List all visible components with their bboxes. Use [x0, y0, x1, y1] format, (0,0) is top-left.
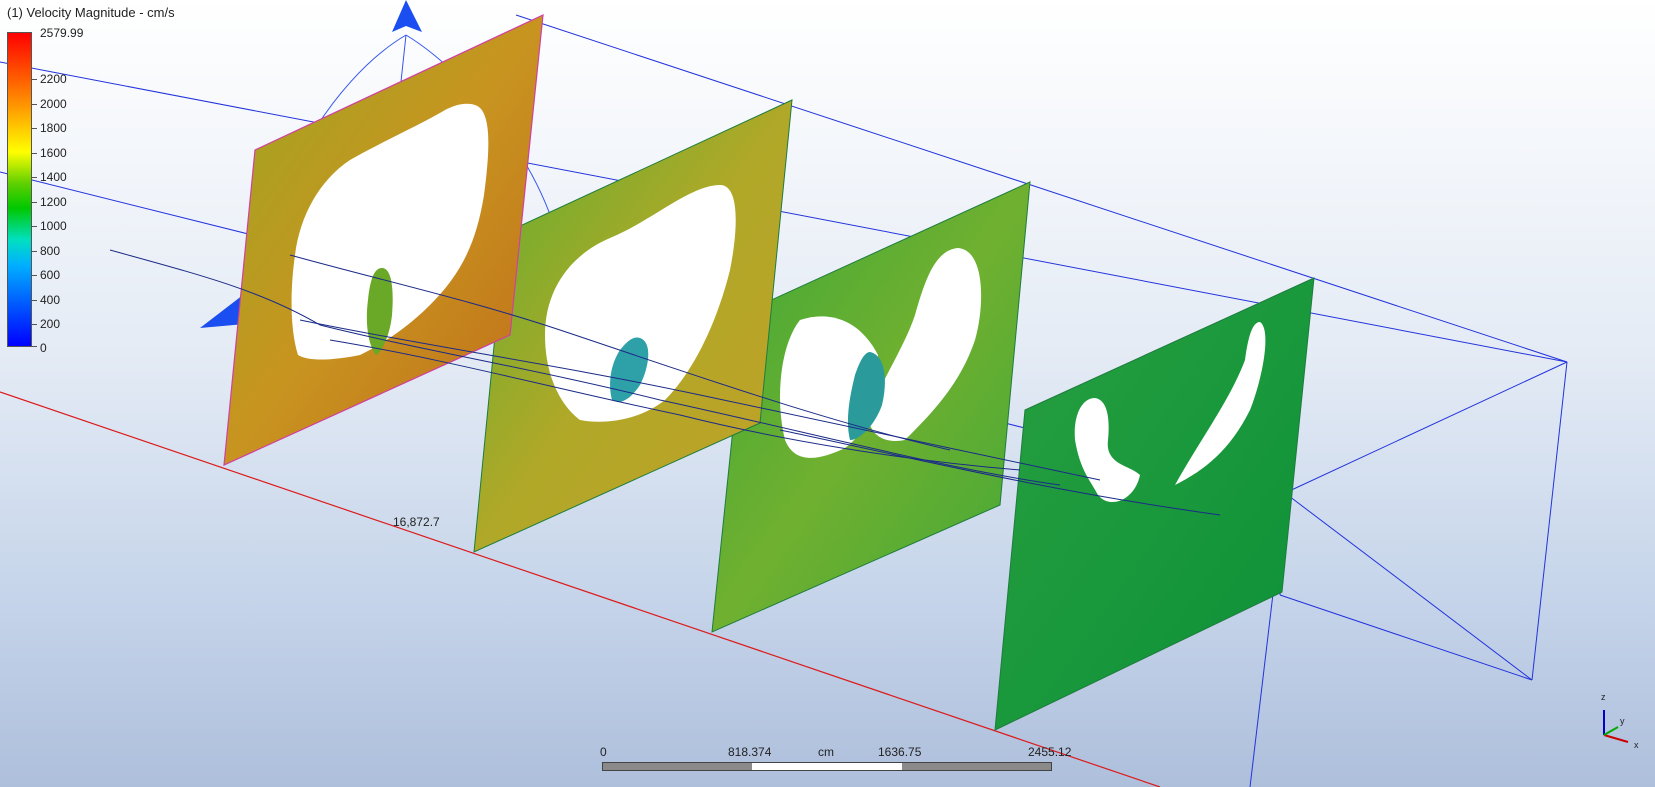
- legend-tick: [32, 346, 37, 347]
- legend-tick: [32, 275, 37, 276]
- scale-label: 0: [600, 745, 607, 759]
- scale-label: 818.374: [728, 745, 772, 759]
- scale-label: 1636.75: [878, 745, 922, 759]
- legend-tick: [32, 300, 37, 301]
- 3d-viewport[interactable]: [0, 0, 1655, 787]
- legend-label: 800: [40, 244, 61, 258]
- legend-label: 200: [40, 317, 61, 331]
- triad-z-label: z: [1601, 692, 1606, 702]
- legend-label: 2000: [40, 97, 67, 111]
- legend-tick: [32, 79, 37, 80]
- legend-label: 1600: [40, 146, 67, 160]
- legend-tick: [32, 104, 37, 105]
- scale-bar: [602, 762, 1052, 771]
- scale-unit-label: cm: [818, 745, 834, 759]
- legend-max-label: 2579.99: [40, 26, 84, 40]
- legend-color-bar: [7, 32, 32, 347]
- legend-tick: [32, 202, 37, 203]
- legend-tick: [32, 226, 37, 227]
- scale-segment: [901, 763, 1051, 770]
- legend-tick: [32, 177, 37, 178]
- scale-label: 2455.12: [1028, 745, 1072, 759]
- dimension-label: 16,872.7: [393, 515, 440, 529]
- legend-tick: [32, 153, 37, 154]
- legend-label: 2200: [40, 72, 67, 86]
- legend-title: (1) Velocity Magnitude - cm/s: [7, 5, 175, 20]
- axis-triad-icon: [1603, 710, 1629, 743]
- legend-tick: [32, 324, 37, 325]
- legend-label: 1400: [40, 170, 67, 184]
- legend-label: 1800: [40, 121, 67, 135]
- legend-tick: [32, 251, 37, 252]
- legend-label: 1200: [40, 195, 67, 209]
- legend-tick: [32, 128, 37, 129]
- scale-segment: [603, 763, 753, 770]
- scale-segment: [752, 763, 902, 770]
- legend-label: 0: [40, 341, 47, 355]
- triad-x-label: x: [1634, 740, 1639, 750]
- legend-label: 400: [40, 293, 61, 307]
- triad-y-label: y: [1620, 716, 1625, 726]
- legend-label: 600: [40, 268, 61, 282]
- rotate-arrow-up-icon[interactable]: [392, 0, 422, 32]
- legend-label: 1000: [40, 219, 67, 233]
- cut-plane-4[interactable]: [994, 277, 1315, 731]
